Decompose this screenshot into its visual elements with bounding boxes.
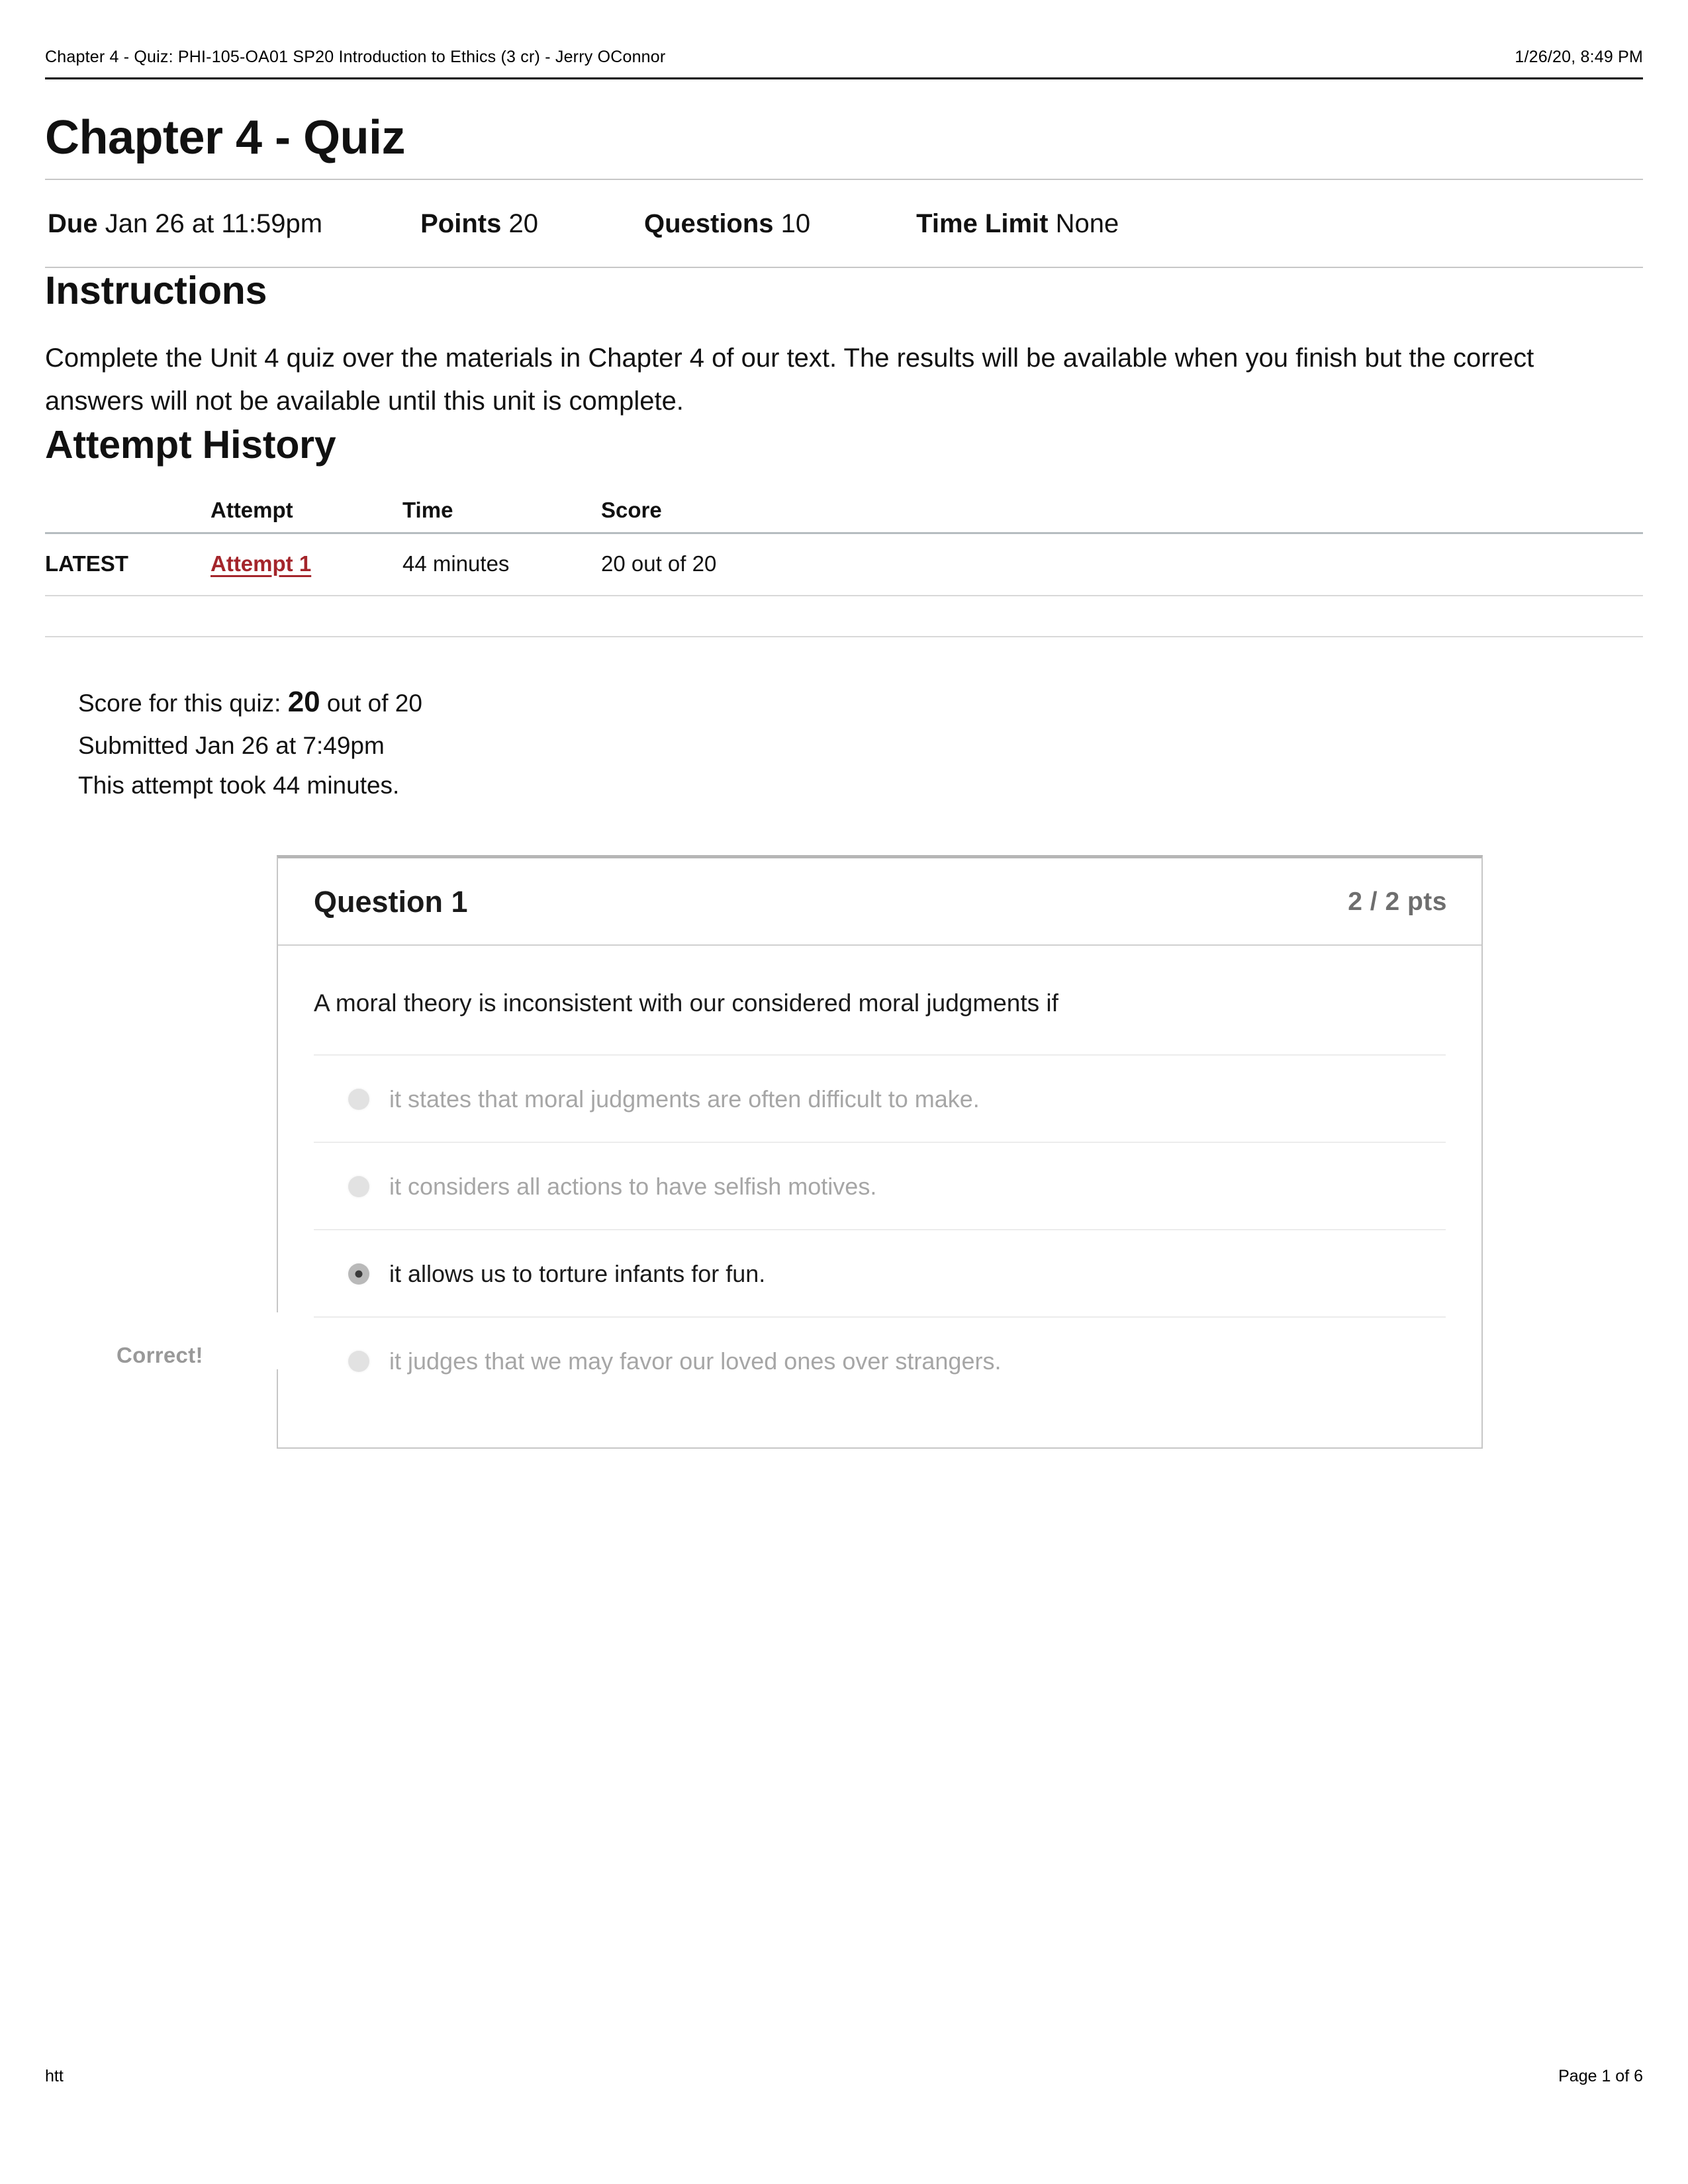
- instructions-body: Complete the Unit 4 quiz over the materi…: [45, 343, 1534, 416]
- quiz-meta-row: Due Jan 26 at 11:59pm Points 20 Question…: [45, 180, 1643, 267]
- answer-option-label: it states that moral judgments are often…: [389, 1085, 980, 1113]
- print-header-timestamp: 1/26/20, 8:49 PM: [1515, 48, 1643, 66]
- cell-kept-badge: LATEST: [45, 551, 128, 576]
- quiz-questions-value: 10: [780, 208, 811, 238]
- score-summary: Score for this quiz: 20 out of 20 Submit…: [45, 637, 1643, 805]
- quiz-points-value: 20: [508, 208, 538, 238]
- answer-option-label: it allows us to torture infants for fun.: [389, 1259, 766, 1287]
- score-summary-line-score: Score for this quiz: 20 out of 20: [78, 678, 1643, 725]
- question-area: Correct! Question 1 2 / 2 pts A moral th…: [45, 855, 1643, 1449]
- print-footer: htt Page 1 of 6: [45, 2067, 1643, 2086]
- score-suffix: out of 20: [326, 690, 422, 717]
- attempt-history-body: LATEST Attempt 1 44 minutes 20 out of 20: [45, 533, 1643, 596]
- print-footer-url: htt: [45, 2067, 64, 2085]
- attempt-history-table: Attempt Time Score LATEST Attempt 1 44 m…: [45, 498, 1643, 596]
- col-header-score: Score: [601, 498, 662, 523]
- print-header-title: Chapter 4 - Quiz: PHI-105-OA01 SP20 Intr…: [45, 48, 666, 66]
- cell-time: 44 minutes: [402, 551, 510, 576]
- quiz-time-limit-value: None: [1055, 208, 1119, 238]
- question-1-container: Question 1 2 / 2 pts A moral theory is i…: [276, 855, 1483, 1449]
- quiz-time-limit: Time Limit None: [916, 209, 1119, 239]
- print-header: Chapter 4 - Quiz: PHI-105-OA01 SP20 Intr…: [45, 48, 1643, 67]
- score-summary-submitted: Submitted Jan 26 at 7:49pm: [78, 731, 385, 759]
- cell-attempt: Attempt 1: [211, 533, 402, 596]
- question-title: Question 1: [314, 885, 468, 919]
- answer-option[interactable]: it judges that we may favor our loved on…: [314, 1316, 1446, 1404]
- quiz-time-limit-label: Time Limit: [916, 208, 1049, 238]
- quiz-due-value: Jan 26 at 11:59pm: [105, 208, 323, 238]
- print-footer-page-number: Page 1 of 6: [1558, 2067, 1643, 2085]
- main-content: Chapter 4 - Quiz Due Jan 26 at 11:59pm P…: [45, 111, 1643, 1449]
- table-header-row: Attempt Time Score: [45, 498, 1643, 533]
- question-header: Question 1 2 / 2 pts: [278, 858, 1481, 946]
- quiz-questions: Questions 10: [644, 209, 810, 239]
- header-divider: [45, 77, 1643, 79]
- col-header-kept: [45, 498, 211, 533]
- col-header-attempt: Attempt: [211, 498, 293, 523]
- col-header-time: Time: [402, 498, 453, 523]
- table-row: LATEST Attempt 1 44 minutes 20 out of 20: [45, 533, 1643, 596]
- radio-button-icon[interactable]: [348, 1351, 369, 1373]
- radio-button-selected-icon[interactable]: [348, 1263, 369, 1285]
- border-notch: [276, 1312, 280, 1370]
- answer-option-label: it considers all actions to have selfish…: [389, 1172, 877, 1200]
- answer-option[interactable]: it states that moral judgments are often…: [314, 1054, 1446, 1142]
- cell-score: 20 out of 20: [601, 551, 717, 576]
- question-prompt: A moral theory is inconsistent with our …: [314, 989, 1058, 1017]
- attempt-1-link[interactable]: Attempt 1: [211, 551, 311, 576]
- correct-answer-flag: Correct!: [117, 1343, 203, 1368]
- radio-button-icon[interactable]: [348, 1176, 369, 1198]
- answer-options-list: it states that moral judgments are often…: [314, 1054, 1446, 1447]
- instructions-heading: Instructions: [45, 268, 267, 312]
- page-title: Chapter 4 - Quiz: [45, 111, 406, 164]
- answer-option[interactable]: it considers all actions to have selfish…: [314, 1142, 1446, 1229]
- score-summary-duration: This attempt took 44 minutes.: [78, 771, 400, 799]
- quiz-due-label: Due: [48, 208, 98, 238]
- attempt-history-heading: Attempt History: [45, 423, 336, 467]
- quiz-print-page: Chapter 4 - Quiz: PHI-105-OA01 SP20 Intr…: [0, 0, 1688, 2184]
- radio-button-icon[interactable]: [348, 1089, 369, 1111]
- attempt-history-head: Attempt Time Score: [45, 498, 1643, 533]
- quiz-points: Points 20: [420, 209, 538, 239]
- question-body: A moral theory is inconsistent with our …: [278, 946, 1481, 1447]
- quiz-points-label: Points: [420, 208, 502, 238]
- quiz-questions-label: Questions: [643, 208, 774, 238]
- quiz-due: Due Jan 26 at 11:59pm: [48, 209, 322, 239]
- question-points-earned: 2 / 2 pts: [1348, 887, 1447, 917]
- answer-option-selected[interactable]: it allows us to torture infants for fun.: [314, 1229, 1446, 1316]
- answer-option-label: it judges that we may favor our loved on…: [389, 1347, 1002, 1375]
- score-value: 20: [287, 686, 320, 719]
- score-prefix: Score for this quiz:: [78, 690, 281, 717]
